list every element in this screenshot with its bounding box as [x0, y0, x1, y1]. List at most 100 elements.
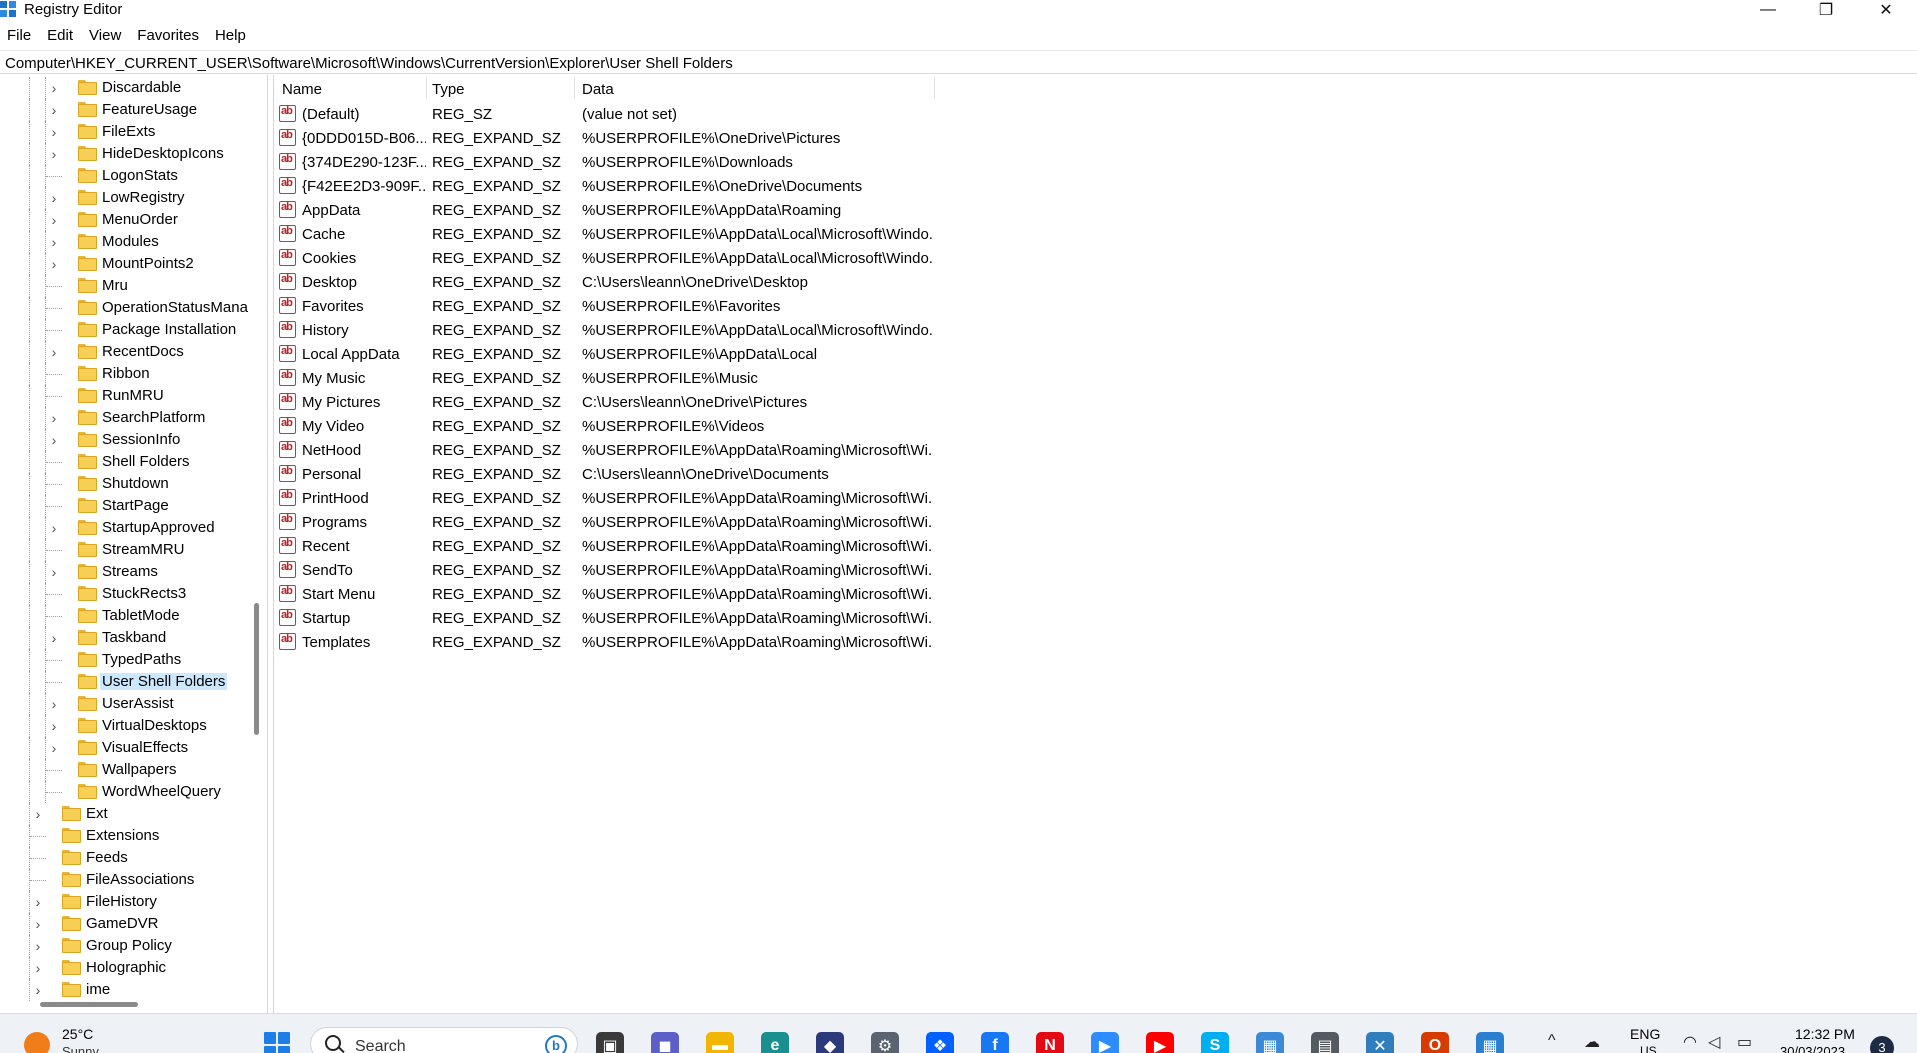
tree-node-label[interactable]: StuckRects3	[100, 585, 188, 602]
expand-chevron-icon[interactable]: ›	[47, 234, 61, 250]
tree-node[interactable]: › MountPoints2	[0, 253, 250, 275]
tree-node-label[interactable]: LogonStats	[100, 167, 180, 184]
tree-node-label[interactable]: Ext	[84, 805, 110, 822]
tree-node-label[interactable]: VisualEffects	[100, 739, 190, 756]
tree-node-label[interactable]: OperationStatusMana	[100, 299, 250, 316]
value-type[interactable]: REG_SZ	[432, 106, 572, 123]
tree-node[interactable]: › SessionInfo	[0, 429, 250, 451]
value-row[interactable]: ab {F42EE2D3-909F... REG_EXPAND_SZ %USERPRO…	[274, 174, 1917, 198]
volume-icon[interactable]: ◁	[1708, 1032, 1720, 1052]
tree-node[interactable]: WordWheelQuery	[0, 781, 250, 803]
language-indicator[interactable]: ENG	[1630, 1026, 1660, 1042]
expand-chevron-icon[interactable]: ›	[31, 982, 45, 998]
value-data[interactable]: %USERPROFILE%\AppData\Roaming\Microsoft\…	[582, 442, 932, 459]
tree-node[interactable]: Feeds	[0, 847, 250, 869]
tree-node[interactable]: User Shell Folders	[0, 671, 250, 693]
value-row[interactable]: ab My Music REG_EXPAND_SZ %USERPROFILE%\Mus…	[274, 366, 1917, 390]
maximize-button[interactable]: ❐	[1796, 0, 1856, 20]
expand-chevron-icon[interactable]: ›	[31, 960, 45, 976]
value-row[interactable]: ab History REG_EXPAND_SZ %USERPROFILE%\AppD…	[274, 318, 1917, 342]
value-name[interactable]: Cookies	[302, 250, 426, 267]
tree-node-label[interactable]: StreamMRU	[100, 541, 187, 558]
column-name-header[interactable]: Name	[282, 81, 322, 98]
expand-chevron-icon[interactable]: ›	[47, 102, 61, 118]
tree-node-label[interactable]: Package Installation	[100, 321, 238, 338]
value-data[interactable]: %USERPROFILE%\AppData\Local\Microsoft\Wi…	[582, 322, 932, 339]
tree-node[interactable]: › UserAssist	[0, 693, 250, 715]
tree-vertical-scroll-thumb[interactable]	[254, 603, 259, 735]
value-row[interactable]: ab (Default) REG_SZ (value not set)	[274, 102, 1917, 126]
language-region[interactable]: US	[1640, 1044, 1657, 1053]
tree-node-label[interactable]: MountPoints2	[100, 255, 196, 272]
regedit-icon[interactable]: ▦	[1476, 1032, 1504, 1053]
value-name[interactable]: Local AppData	[302, 346, 426, 363]
value-name[interactable]: PrintHood	[302, 490, 426, 507]
tree-node-label[interactable]: Wallpapers	[100, 761, 178, 778]
value-type[interactable]: REG_EXPAND_SZ	[432, 394, 572, 411]
tree-vertical-scrollbar[interactable]	[254, 75, 260, 1013]
chat-icon[interactable]: ◼	[651, 1032, 679, 1053]
tree-node[interactable]: › GameDVR	[0, 913, 250, 935]
column-type-header[interactable]: Type	[432, 81, 465, 98]
notification-badge[interactable]: 3	[1870, 1036, 1894, 1053]
value-type[interactable]: REG_EXPAND_SZ	[432, 538, 572, 555]
value-type[interactable]: REG_EXPAND_SZ	[432, 562, 572, 579]
tree-node[interactable]: Shell Folders	[0, 451, 250, 473]
tree-node-label[interactable]: Extensions	[84, 827, 161, 844]
expand-chevron-icon[interactable]: ›	[47, 740, 61, 756]
menu-help[interactable]: Help	[207, 25, 254, 47]
battery-icon[interactable]: ▭	[1737, 1032, 1752, 1052]
tree-node-label[interactable]: Feeds	[84, 849, 130, 866]
value-row[interactable]: ab My Video REG_EXPAND_SZ %USERPROFILE%\Vid…	[274, 414, 1917, 438]
value-name[interactable]: {F42EE2D3-909F...	[302, 178, 426, 195]
tree-node-label[interactable]: Modules	[100, 233, 161, 250]
value-name[interactable]: Programs	[302, 514, 426, 531]
expand-chevron-icon[interactable]: ›	[31, 938, 45, 954]
value-data[interactable]: %USERPROFILE%\AppData\Roaming\Microsoft\…	[582, 634, 932, 651]
show-hidden-icons-chevron-icon[interactable]: ^	[1548, 1032, 1556, 1050]
expand-chevron-icon[interactable]: ›	[47, 432, 61, 448]
value-row[interactable]: ab Personal REG_EXPAND_SZ C:\Users\leann\On…	[274, 462, 1917, 486]
value-row[interactable]: ab Templates REG_EXPAND_SZ %USERPROFILE%\Ap…	[274, 630, 1917, 654]
value-data[interactable]: %USERPROFILE%\AppData\Roaming\Microsoft\…	[582, 490, 932, 507]
value-type[interactable]: REG_EXPAND_SZ	[432, 322, 572, 339]
expand-chevron-icon[interactable]: ›	[47, 80, 61, 96]
value-row[interactable]: ab Recent REG_EXPAND_SZ %USERPROFILE%\AppDa…	[274, 534, 1917, 558]
value-name[interactable]: Desktop	[302, 274, 426, 291]
value-row[interactable]: ab My Pictures REG_EXPAND_SZ C:\Users\leann…	[274, 390, 1917, 414]
value-data[interactable]: %USERPROFILE%\AppData\Roaming\Microsoft\…	[582, 586, 932, 603]
menu-edit[interactable]: Edit	[39, 25, 81, 47]
value-data[interactable]: %USERPROFILE%\Music	[582, 370, 932, 387]
tools-icon[interactable]: ✕	[1366, 1032, 1394, 1053]
tree-node[interactable]: › Group Policy	[0, 935, 250, 957]
value-data[interactable]: %USERPROFILE%\Videos	[582, 418, 932, 435]
value-type[interactable]: REG_EXPAND_SZ	[432, 154, 572, 171]
value-type[interactable]: REG_EXPAND_SZ	[432, 466, 572, 483]
tree-node[interactable]: › Taskband	[0, 627, 250, 649]
tree-node[interactable]: › ime	[0, 979, 250, 1001]
value-data[interactable]: %USERPROFILE%\OneDrive\Documents	[582, 178, 932, 195]
value-data[interactable]: %USERPROFILE%\AppData\Roaming\Microsoft\…	[582, 538, 932, 555]
tree-node[interactable]: › FileHistory	[0, 891, 250, 913]
tree-node[interactable]: › Modules	[0, 231, 250, 253]
tree-node[interactable]: › Ext	[0, 803, 250, 825]
menu-file[interactable]: File	[0, 25, 39, 47]
value-type[interactable]: REG_EXPAND_SZ	[432, 130, 572, 147]
value-data[interactable]: %USERPROFILE%\AppData\Roaming	[582, 202, 932, 219]
address-bar[interactable]: Computer\HKEY_CURRENT_USER\Software\Micr…	[0, 50, 1917, 74]
tree-node[interactable]: RunMRU	[0, 385, 250, 407]
tree-node-label[interactable]: Taskband	[100, 629, 168, 646]
column-divider[interactable]	[934, 77, 935, 99]
tree-node[interactable]: › SearchPlatform	[0, 407, 250, 429]
file-explorer-icon[interactable]: ▬	[706, 1032, 734, 1053]
tree-node-label[interactable]: Streams	[100, 563, 160, 580]
tree-node-label[interactable]: ime	[84, 981, 112, 998]
wifi-icon[interactable]: ◠	[1683, 1032, 1697, 1052]
task-view-icon[interactable]: ▣	[596, 1032, 624, 1053]
tree-node[interactable]: › FeatureUsage	[0, 99, 250, 121]
weather-temperature[interactable]: 25°C	[62, 1026, 93, 1042]
close-button[interactable]: ✕	[1856, 0, 1916, 20]
tree-node-label[interactable]: WordWheelQuery	[100, 783, 223, 800]
tree-node-label[interactable]: FileExts	[100, 123, 157, 140]
tree-node[interactable]: › RecentDocs	[0, 341, 250, 363]
